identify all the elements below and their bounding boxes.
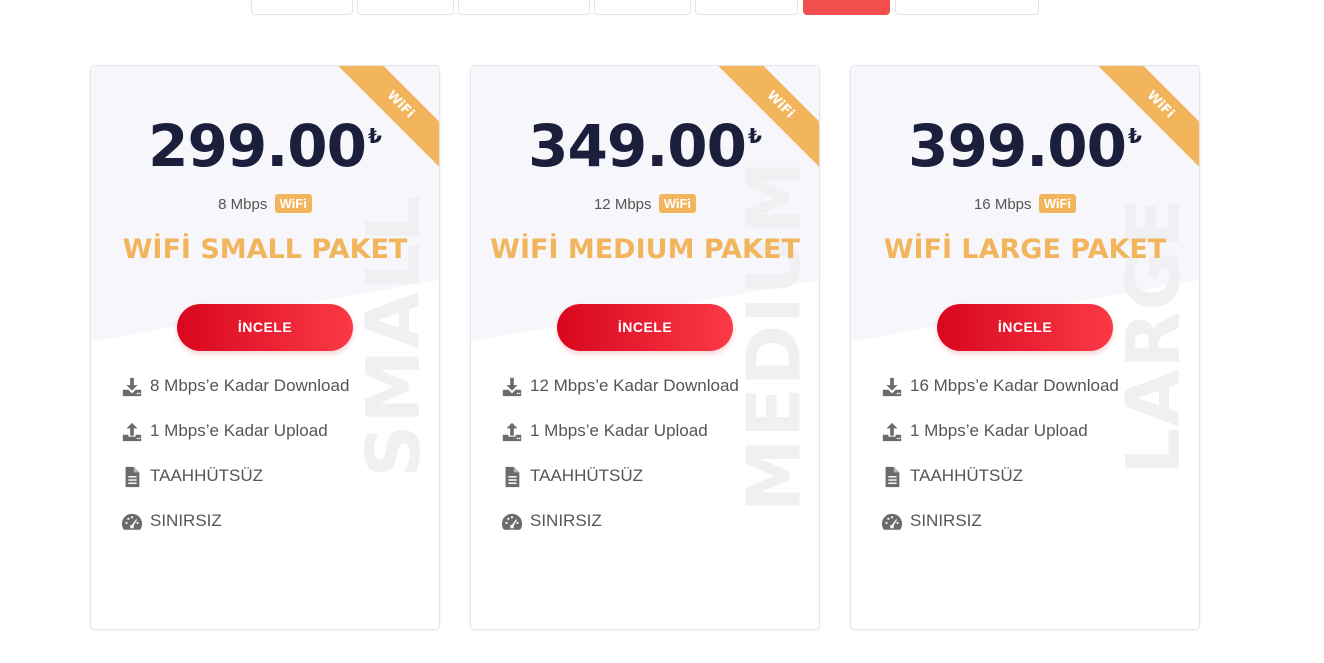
filter-tab-2[interactable] xyxy=(357,0,454,15)
feature-commitment: TAAHHÜTSÜZ xyxy=(501,466,739,511)
speed-line: 16 Mbps WiFi xyxy=(851,194,1199,213)
package-card-small: SMALL WiFi 299.00 ₺ 8 Mbps WiFi WİFİ SMAL… xyxy=(90,65,440,630)
upload-icon xyxy=(882,422,902,442)
feature-commitment: TAAHHÜTSÜZ xyxy=(881,466,1119,511)
speed-value: 16 Mbps xyxy=(973,196,1032,213)
incele-button[interactable]: İNCELE xyxy=(937,304,1113,351)
download-icon xyxy=(122,377,142,397)
speedometer-icon xyxy=(881,513,903,530)
currency-symbol: ₺ xyxy=(367,124,382,148)
filter-tab-5[interactable] xyxy=(695,0,798,15)
download-icon xyxy=(882,377,902,397)
price-amount: 349.00 xyxy=(528,112,747,180)
package-name: WİFİ SMALL PAKET xyxy=(122,234,408,265)
price: 399.00 ₺ xyxy=(851,112,1199,180)
card-watermark: MEDIUM xyxy=(731,159,817,513)
feature-list: 12 Mbps’e Kadar Download 1 Mbps’e Kadar … xyxy=(501,376,739,556)
speed-value: 8 Mbps xyxy=(218,196,268,213)
feature-list: 16 Mbps’e Kadar Download 1 Mbps’e Kadar … xyxy=(881,376,1119,556)
feature-upload: 1 Mbps’e Kadar Upload xyxy=(881,421,1119,466)
document-icon xyxy=(885,466,900,488)
price: 299.00 ₺ xyxy=(91,112,439,180)
feature-unlimited: SINIRSIZ xyxy=(121,511,349,556)
filter-tab-3[interactable] xyxy=(458,0,590,15)
filter-tab-7[interactable] xyxy=(895,0,1039,15)
feature-list: 8 Mbps’e Kadar Download 1 Mbps’e Kadar U… xyxy=(121,376,349,556)
incele-button[interactable]: İNCELE xyxy=(557,304,733,351)
wifi-badge: WiFi xyxy=(1038,194,1077,213)
incele-button[interactable]: İNCELE xyxy=(177,304,353,351)
package-card-medium: MEDIUM WiFi 349.00 ₺ 12 Mbps WiFi WİFİ ME… xyxy=(470,65,820,630)
package-card-large: LARGE WiFi 399.00 ₺ 16 Mbps WiFi WİFİ LAR… xyxy=(850,65,1200,630)
feature-upload: 1 Mbps’e Kadar Upload xyxy=(501,421,739,466)
wifi-badge: WiFi xyxy=(658,194,697,213)
speedometer-icon xyxy=(501,513,523,530)
filter-tab-4[interactable] xyxy=(594,0,691,15)
feature-download: 16 Mbps’e Kadar Download xyxy=(881,376,1119,421)
speed-line: 8 Mbps WiFi xyxy=(91,194,439,213)
card-watermark: SMALL xyxy=(351,194,438,478)
document-icon xyxy=(505,466,520,488)
feature-upload: 1 Mbps’e Kadar Upload xyxy=(121,421,349,466)
filter-tab-1[interactable] xyxy=(251,0,353,15)
feature-download: 12 Mbps’e Kadar Download xyxy=(501,376,739,421)
feature-unlimited: SINIRSIZ xyxy=(501,511,739,556)
speed-line: 12 Mbps WiFi xyxy=(471,194,819,213)
filter-tab-6-active[interactable] xyxy=(803,0,890,15)
package-name: WİFİ MEDIUM PAKET xyxy=(490,234,800,265)
package-name: WİFİ LARGE PAKET xyxy=(883,234,1167,265)
speedometer-icon xyxy=(121,513,143,530)
currency-symbol: ₺ xyxy=(747,124,762,148)
currency-symbol: ₺ xyxy=(1127,124,1142,148)
speed-value: 12 Mbps xyxy=(593,196,652,213)
upload-icon xyxy=(502,422,522,442)
price-amount: 299.00 xyxy=(148,112,367,180)
price: 349.00 ₺ xyxy=(471,112,819,180)
feature-download: 8 Mbps’e Kadar Download xyxy=(121,376,349,421)
feature-commitment: TAAHHÜTSÜZ xyxy=(121,466,349,511)
wifi-badge: WiFi xyxy=(274,194,312,213)
download-icon xyxy=(502,377,522,397)
card-watermark: LARGE xyxy=(1111,197,1198,475)
upload-icon xyxy=(122,422,142,442)
document-icon xyxy=(125,466,140,488)
feature-unlimited: SINIRSIZ xyxy=(881,511,1119,556)
price-amount: 399.00 xyxy=(908,112,1127,180)
